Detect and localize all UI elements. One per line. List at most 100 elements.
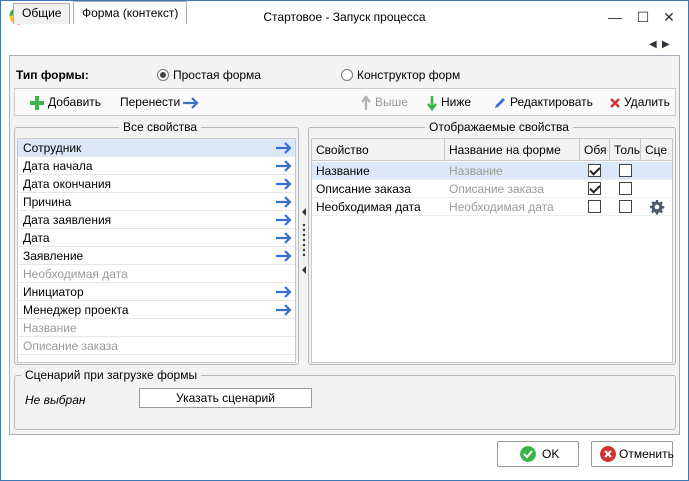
tab-scroll-left-icon[interactable]: ◀ xyxy=(649,39,657,50)
property-list-item[interactable]: Описание заказа xyxy=(18,337,295,355)
form-constructor-label[interactable]: Конструктор форм xyxy=(357,68,460,82)
form-constructor-radio[interactable] xyxy=(341,69,353,81)
grid-cell-form-name[interactable]: Необходимая дата xyxy=(445,198,580,216)
property-list-item[interactable]: Название xyxy=(18,319,295,337)
grid-cell-form-name[interactable]: Название xyxy=(445,162,580,180)
move-up-button[interactable]: Выше xyxy=(360,89,408,115)
move-arrow-icon[interactable] xyxy=(275,158,293,174)
property-label: Инициатор xyxy=(23,285,84,299)
minimize-icon[interactable]: — xyxy=(605,7,625,27)
cancel-button[interactable]: Отменить xyxy=(591,441,674,467)
move-down-label: Ниже xyxy=(441,95,472,109)
property-label: Дата заявления xyxy=(23,213,112,227)
column-header-readonly[interactable]: Толь xyxy=(610,139,641,161)
column-header-property[interactable]: Свойство xyxy=(312,139,445,161)
required-checkbox[interactable] xyxy=(588,164,601,177)
simple-form-label[interactable]: Простая форма xyxy=(173,68,261,82)
grid-row[interactable]: Название Название xyxy=(312,162,672,180)
edit-button[interactable]: Редактировать xyxy=(493,89,593,115)
maximize-icon[interactable]: ☐ xyxy=(633,7,653,27)
scenario-value: Не выбран xyxy=(25,393,86,407)
property-list-item[interactable]: Сотрудник xyxy=(18,139,295,157)
move-button[interactable]: Перенести xyxy=(120,89,203,115)
toolbar: Добавить Перенести Выше Ниже Редактирова… xyxy=(14,88,676,116)
arrow-right-icon xyxy=(183,97,199,109)
delete-x-icon xyxy=(610,97,620,108)
property-list-item[interactable]: Дата xyxy=(18,229,295,247)
property-label: Описание заказа xyxy=(23,339,118,353)
form-type-label: Тип формы: xyxy=(16,68,89,82)
add-label: Добавить xyxy=(48,95,102,109)
property-list-item[interactable]: Менеджер проекта xyxy=(18,301,295,319)
readonly-checkbox[interactable] xyxy=(619,164,632,177)
property-label: Дата xyxy=(23,231,50,245)
column-header-form-name[interactable]: Название на форме xyxy=(445,139,580,161)
grid-row[interactable]: Необходимая дата Необходимая дата xyxy=(312,198,672,216)
move-arrow-icon[interactable] xyxy=(275,284,293,300)
required-checkbox[interactable] xyxy=(588,200,601,213)
property-label: Менеджер проекта xyxy=(23,303,129,317)
set-scenario-button[interactable]: Указать сценарий xyxy=(139,388,312,408)
edit-label: Редактировать xyxy=(510,95,593,109)
gear-icon[interactable] xyxy=(649,199,665,215)
ok-button[interactable]: OK xyxy=(497,441,579,467)
cancel-x-icon xyxy=(600,446,616,462)
displayed-properties-title: Отображаемые свойства xyxy=(425,120,573,134)
all-properties-title: Все свойства xyxy=(119,120,202,134)
property-list-item[interactable]: Дата начала xyxy=(18,157,295,175)
grid-row[interactable]: Описание заказа Описание заказа xyxy=(312,180,672,198)
cancel-label: Отменить xyxy=(619,447,674,461)
move-arrow-icon[interactable] xyxy=(275,140,293,156)
tab-form-context[interactable]: Форма (контекст) xyxy=(73,1,188,24)
close-icon[interactable]: ✕ xyxy=(659,7,679,27)
property-list-item[interactable]: Инициатор xyxy=(18,283,295,301)
readonly-checkbox[interactable] xyxy=(619,200,632,213)
property-list-empty-row xyxy=(18,355,295,362)
property-list-item[interactable]: Дата окончания xyxy=(18,175,295,193)
move-arrow-icon[interactable] xyxy=(275,176,293,192)
property-list-item[interactable]: Необходимая дата xyxy=(18,265,295,283)
property-label: Сотрудник xyxy=(23,141,82,155)
dialog-window: Стартовое - Запуск процесса — ☐ ✕ Общие … xyxy=(0,0,689,481)
property-label: Название xyxy=(23,321,77,335)
property-list-item[interactable]: Дата заявления xyxy=(18,211,295,229)
tab-scroll-right-icon[interactable]: ▶ xyxy=(662,39,670,50)
arrow-down-icon xyxy=(426,95,438,111)
grid-cell-property[interactable]: Название xyxy=(312,162,445,180)
property-label: Заявление xyxy=(23,249,84,263)
scenario-title: Сценарий при загрузке формы xyxy=(21,368,202,382)
property-list-item[interactable]: Заявление xyxy=(18,247,295,265)
move-down-button[interactable]: Ниже xyxy=(426,89,471,115)
move-arrow-icon[interactable] xyxy=(275,212,293,228)
plus-icon xyxy=(30,95,44,110)
move-arrow-icon[interactable] xyxy=(275,194,293,210)
delete-label: Удалить xyxy=(624,95,670,109)
grid-cell-form-name[interactable]: Описание заказа xyxy=(445,180,580,198)
property-label: Необходимая дата xyxy=(23,267,128,281)
splitter[interactable] xyxy=(299,131,308,363)
readonly-checkbox[interactable] xyxy=(619,182,632,195)
arrow-up-icon xyxy=(361,95,371,110)
displayed-properties-grid: Свойство Название на форме Обя Толь Сце … xyxy=(311,138,673,363)
move-label: Перенести xyxy=(120,95,181,109)
grid-cell-property[interactable]: Необходимая дата xyxy=(312,198,445,216)
ok-check-icon xyxy=(520,446,536,462)
property-list-item[interactable]: Причина xyxy=(18,193,295,211)
ok-label: OK xyxy=(542,447,560,461)
move-arrow-icon[interactable] xyxy=(275,248,293,264)
move-arrow-icon[interactable] xyxy=(275,230,293,246)
delete-button[interactable]: Удалить xyxy=(609,89,670,115)
move-arrow-icon[interactable] xyxy=(275,302,293,318)
required-checkbox[interactable] xyxy=(588,182,601,195)
grid-cell-property[interactable]: Описание заказа xyxy=(312,180,445,198)
all-properties-list: Сотрудник Дата начала Дата окончания Причин… xyxy=(17,138,296,363)
tab-general[interactable]: Общие xyxy=(13,3,71,24)
column-header-scenario[interactable]: Сце xyxy=(641,139,672,161)
grid-header: Свойство Название на форме Обя Толь Сце xyxy=(312,139,672,161)
column-header-required[interactable]: Обя xyxy=(580,139,610,161)
simple-form-radio[interactable] xyxy=(157,69,169,81)
add-button[interactable]: Добавить xyxy=(29,89,101,115)
tab-strip xyxy=(9,34,680,56)
pencil-icon xyxy=(495,97,505,108)
move-up-label: Выше xyxy=(375,95,408,109)
